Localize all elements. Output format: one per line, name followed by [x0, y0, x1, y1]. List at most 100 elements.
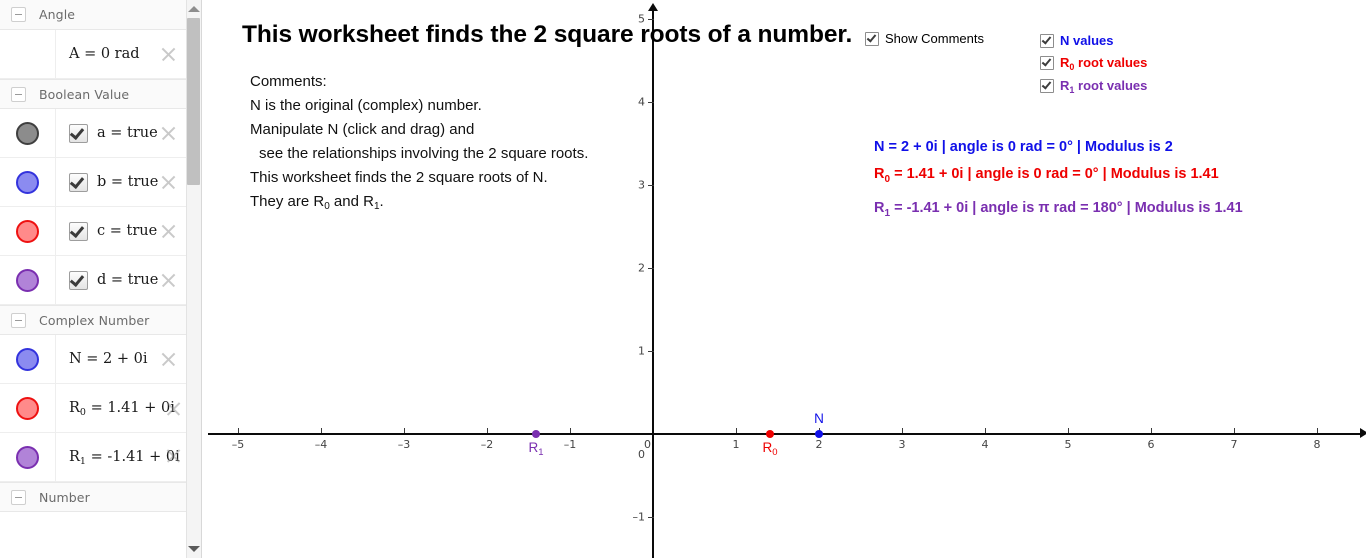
- x-axis-tick-label: –2: [480, 438, 494, 451]
- minus-icon[interactable]: [11, 312, 26, 328]
- close-icon[interactable]: [165, 400, 182, 417]
- checkbox-r0-root-values[interactable]: R0 root values: [1040, 55, 1147, 72]
- x-axis-tick: [321, 428, 322, 433]
- marker-cell: [0, 256, 56, 304]
- x-axis-tick: [238, 428, 239, 433]
- comment-line: see the relationships involving the 2 sq…: [259, 145, 589, 162]
- x-axis-tick: [1317, 428, 1318, 433]
- plot-point-label-R1: R1: [528, 440, 544, 458]
- section-header-boolean-value[interactable]: Boolean Value: [0, 79, 186, 109]
- marker-cell: [0, 109, 56, 157]
- object-color-dot[interactable]: [16, 219, 39, 243]
- algebra-row-N[interactable]: N = 2 + 0i: [0, 335, 186, 384]
- checkbox-show-comments[interactable]: Show Comments: [865, 31, 984, 46]
- boolean-checkbox-b[interactable]: [69, 172, 88, 192]
- plot-point-label-N: N: [814, 411, 824, 426]
- checkbox-box[interactable]: [1040, 79, 1054, 93]
- x-axis-tick-label: –3: [397, 438, 411, 451]
- graphics-view[interactable]: –5 –4 –3 –2 –1 0 1 2 3 4 5 6 7 8 –1 0 1 2 3 4 5 This workshe…: [202, 0, 1366, 558]
- object-color-dot[interactable]: [16, 445, 39, 469]
- object-color-dot[interactable]: [16, 170, 39, 194]
- scroll-up-icon[interactable]: [188, 6, 200, 12]
- x-axis-tick: [1068, 428, 1069, 433]
- close-icon[interactable]: [160, 351, 177, 368]
- close-icon[interactable]: [165, 447, 182, 464]
- x-axis-tick-label: 6: [1147, 438, 1155, 451]
- marker-cell: [0, 158, 56, 206]
- minus-icon[interactable]: [11, 489, 26, 505]
- marker-cell: [0, 384, 56, 432]
- checkbox-label: R0 root values: [1060, 55, 1148, 72]
- x-axis-tick: [985, 428, 986, 433]
- plot-point-R1[interactable]: [531, 430, 540, 438]
- y-axis-tick: [648, 185, 654, 186]
- plot-point-R0[interactable]: [766, 430, 775, 438]
- boolean-checkbox-c[interactable]: [69, 221, 88, 241]
- object-color-dot[interactable]: [16, 121, 39, 145]
- close-icon[interactable]: [160, 223, 177, 240]
- plot-point-label-R0: R0: [762, 440, 778, 458]
- y-axis: [652, 10, 654, 558]
- value-cell[interactable]: R1 = -1.41 + 0i: [56, 433, 186, 481]
- minus-icon[interactable]: [11, 7, 26, 22]
- boolean-checkbox-d[interactable]: [69, 270, 88, 290]
- x-axis-tick-label: 0: [644, 438, 651, 451]
- comment-line: Comments:: [250, 73, 327, 90]
- y-axis-tick-label: 4: [638, 95, 645, 109]
- algebra-row-angle-A[interactable]: A = 0 rad: [0, 30, 186, 79]
- value-line: R1 = -1.41 + 0i | angle is π rad = 180° …: [874, 200, 1243, 219]
- object-color-dot[interactable]: [16, 396, 39, 420]
- sidebar-scrollbar-thumb[interactable]: [187, 18, 200, 185]
- section-header-number[interactable]: Number: [0, 482, 186, 512]
- algebra-value-label: a = true: [97, 125, 158, 141]
- checkbox-n-values[interactable]: N values: [1040, 33, 1113, 48]
- checkbox-box[interactable]: [1040, 34, 1054, 48]
- close-icon[interactable]: [160, 174, 177, 191]
- value-cell[interactable]: a = true: [56, 109, 186, 157]
- checkbox-r1-root-values[interactable]: R1 root values: [1040, 78, 1147, 95]
- y-axis-tick: [648, 351, 654, 352]
- section-header-complex-number[interactable]: Complex Number: [0, 305, 186, 335]
- checkbox-box[interactable]: [865, 32, 879, 46]
- x-axis-tick: [902, 428, 903, 433]
- x-axis-tick-label: –5: [231, 438, 245, 451]
- algebra-value-label: N = 2 + 0i: [69, 351, 148, 367]
- y-axis-tick-label: 3: [638, 178, 645, 192]
- x-axis-tick-label: 2: [815, 438, 823, 451]
- checkbox-label: R1 root values: [1060, 78, 1148, 95]
- algebra-value-label: b = true: [97, 174, 159, 190]
- y-axis-tick-label: 2: [638, 261, 645, 275]
- plot-point-N[interactable]: [815, 430, 823, 438]
- minus-icon[interactable]: [11, 86, 26, 102]
- algebra-row-R0[interactable]: R0 = 1.41 + 0i: [0, 384, 186, 433]
- checkbox-box[interactable]: [1040, 56, 1054, 70]
- y-axis-tick-label: 0: [638, 448, 645, 461]
- close-icon[interactable]: [160, 46, 177, 63]
- value-cell[interactable]: b = true: [56, 158, 186, 206]
- close-icon[interactable]: [160, 272, 177, 289]
- algebra-row-c[interactable]: c = true: [0, 207, 186, 256]
- boolean-checkbox-a[interactable]: [69, 123, 88, 143]
- algebra-row-d[interactable]: d = true: [0, 256, 186, 305]
- marker-cell: [0, 433, 56, 481]
- object-color-dot[interactable]: [16, 268, 39, 292]
- value-cell[interactable]: R0 = 1.41 + 0i: [56, 384, 186, 432]
- algebra-row-a[interactable]: a = true: [0, 109, 186, 158]
- x-axis-tick-label: 7: [1230, 438, 1238, 451]
- section-header-angle[interactable]: Angle: [0, 0, 186, 30]
- close-icon[interactable]: [160, 125, 177, 142]
- x-axis-tick-label: 1: [732, 438, 740, 451]
- value-cell[interactable]: d = true: [56, 256, 186, 304]
- algebra-value-label: R0 = 1.41 + 0i: [69, 400, 175, 418]
- section-title: Angle: [39, 7, 76, 22]
- value-cell[interactable]: c = true: [56, 207, 186, 255]
- scroll-down-icon[interactable]: [188, 546, 200, 552]
- algebra-row-R1[interactable]: R1 = -1.41 + 0i: [0, 433, 186, 482]
- algebra-row-b[interactable]: b = true: [0, 158, 186, 207]
- value-cell[interactable]: N = 2 + 0i: [56, 335, 186, 383]
- value-cell[interactable]: A = 0 rad: [56, 30, 186, 78]
- object-color-dot[interactable]: [16, 347, 39, 371]
- comment-line: This worksheet finds the 2 square roots …: [250, 169, 548, 186]
- y-axis-tick: [648, 517, 654, 518]
- algebra-value-label: R1 = -1.41 + 0i: [69, 449, 180, 467]
